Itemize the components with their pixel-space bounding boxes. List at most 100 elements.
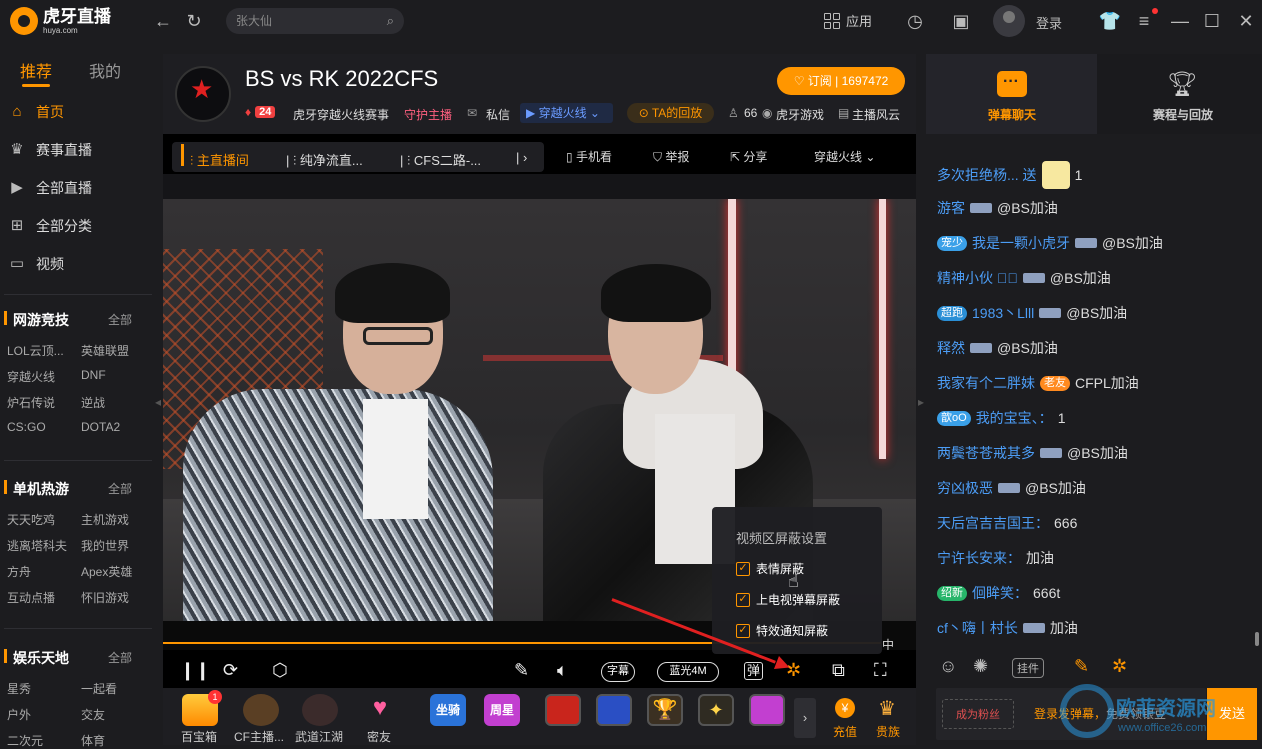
huya-logo[interactable]: 虎牙直播 huya.com <box>10 7 115 35</box>
pause-icon[interactable]: ❙❙ <box>180 660 210 680</box>
chat-username[interactable]: 宁许长安来： <box>937 549 1021 567</box>
chat-username[interactable]: 释然 <box>937 339 965 357</box>
line-tab-pure[interactable]: | ⫶ 纯净流直... <box>286 150 363 169</box>
subscribe-button[interactable]: ♡ 订阅 | 1697472 <box>777 67 905 95</box>
section-all-link[interactable]: 全部 <box>108 311 132 328</box>
org-link[interactable]: 虎牙游戏 <box>776 106 824 123</box>
category-link[interactable]: 炉石传说 <box>7 394 55 411</box>
chat-scrollbar[interactable] <box>1255 632 1259 646</box>
guard-link[interactable]: 守护主播 <box>404 106 452 123</box>
room-category[interactable]: 虎牙穿越火线赛事 <box>293 106 389 123</box>
chat-username[interactable]: 天后宫吉吉国王： <box>937 514 1049 532</box>
crown-icon[interactable]: ♛ <box>878 696 896 721</box>
mini-player-icon[interactable]: ⧉ <box>832 660 845 680</box>
host-style-link[interactable]: 主播风云 <box>852 106 900 123</box>
category-link[interactable]: DNF <box>81 368 106 382</box>
sidebar-item-video[interactable]: ▭ 视频 <box>8 254 64 274</box>
mount-gift[interactable]: 坐骑 <box>430 694 466 726</box>
user-avatar[interactable] <box>993 5 1025 37</box>
section-all-link[interactable]: 全部 <box>108 649 132 666</box>
game-tag[interactable]: ▶ 穿越火线 ⌄ <box>520 103 613 123</box>
gift-item[interactable] <box>749 694 785 726</box>
refresh-stream-icon[interactable]: ⟳ <box>223 660 238 680</box>
notes-icon[interactable]: ✎ <box>514 660 529 680</box>
chat-username[interactable]: 两鬓苍苍戒其多 <box>937 444 1035 462</box>
category-link[interactable]: 体育 <box>81 732 105 749</box>
chat-username[interactable]: 精神小伙 ڰۣ <box>937 269 1018 287</box>
collapse-left-icon[interactable]: ◂ <box>155 395 161 409</box>
trophy-gift-icon[interactable]: 🏆 <box>647 694 683 726</box>
streamer-avatar[interactable] <box>175 66 231 122</box>
checkbox-checked-icon[interactable]: ✓ <box>736 592 750 607</box>
search-input[interactable]: 张大仙 ⌕ <box>226 8 404 34</box>
line-tab-main[interactable]: ⫶ 主直播间 <box>190 150 249 169</box>
maximize-icon[interactable]: ☐ <box>1200 9 1224 33</box>
subtitle-button[interactable]: 字幕 <box>601 662 635 682</box>
mobile-watch-button[interactable]: ▯ 手机看 <box>566 148 612 165</box>
category-link[interactable]: 一起看 <box>81 680 117 697</box>
week-star-gift[interactable]: 周星 <box>484 694 520 726</box>
palette-icon[interactable]: ✺ <box>973 656 988 677</box>
gift-next-icon[interactable]: › <box>794 698 816 738</box>
category-link[interactable]: 主机游戏 <box>81 511 129 528</box>
category-link[interactable]: 方舟 <box>7 563 31 580</box>
sidebar-item-home[interactable]: ⌂ 首页 <box>8 102 64 122</box>
category-link[interactable]: 英雄联盟 <box>81 342 129 359</box>
chat-username[interactable]: cf丶嗨丨村长 <box>937 619 1018 637</box>
chat-username[interactable]: 我家有个二胖妹 <box>937 374 1035 392</box>
chat-username[interactable]: 游客 <box>937 199 965 217</box>
tab-recommend[interactable]: 推荐 <box>20 58 52 82</box>
recharge-coin-icon[interactable]: ¥ <box>835 698 855 718</box>
apps-button[interactable]: 应用 <box>824 11 872 30</box>
section-all-link[interactable]: 全部 <box>108 480 132 497</box>
category-link[interactable]: 逃离塔科夫 <box>7 537 67 554</box>
heart-gift-icon[interactable]: ♥ <box>362 694 398 726</box>
game-dropdown[interactable]: 穿越火线 ⌄ <box>814 148 875 165</box>
settings-hex-icon[interactable]: ⬡ <box>272 660 288 680</box>
block-effects-option[interactable]: ✓ 特效通知屏蔽 <box>736 622 828 639</box>
category-link[interactable]: 天天吃鸡 <box>7 511 55 528</box>
chat-username[interactable]: 穷凶极恶 <box>937 479 993 497</box>
share-button[interactable]: ⇱ 分享 <box>730 148 767 165</box>
category-link[interactable]: 穿越火线 <box>7 368 55 385</box>
skin-shirt-icon[interactable]: 👕 <box>1098 9 1122 33</box>
sidebar-item-categories[interactable]: ⊞ 全部分类 <box>8 216 92 236</box>
minimize-icon[interactable]: — <box>1168 9 1192 33</box>
category-link[interactable]: 逆战 <box>81 394 105 411</box>
sidebar-item-esports[interactable]: ♛ 赛事直播 <box>8 140 92 160</box>
checkbox-checked-icon[interactable]: ✓ <box>736 623 750 638</box>
recharge-link[interactable]: 充值 <box>833 723 857 740</box>
private-message-link[interactable]: 私信 <box>486 106 510 123</box>
category-link[interactable]: LOL云顶... <box>7 342 64 359</box>
become-fan-button[interactable]: 成为粉丝 <box>942 699 1014 729</box>
category-link[interactable]: 我的世界 <box>81 537 129 554</box>
line-next-icon[interactable]: | › <box>516 150 527 165</box>
category-link[interactable]: 二次元 <box>7 732 43 749</box>
pendant-button[interactable]: 挂件 <box>1012 658 1044 678</box>
refresh-icon[interactable]: ↻ <box>182 9 206 33</box>
calendar-icon[interactable]: ▣ <box>949 9 973 33</box>
fullscreen-icon[interactable]: ⛶ <box>874 660 887 680</box>
quality-button[interactable]: 蓝光4M <box>657 662 719 682</box>
noble-link[interactable]: 贵族 <box>876 723 900 740</box>
wand-gift-icon[interactable]: ✦ <box>698 694 734 726</box>
chat-username[interactable]: 多次拒绝杨... 送 <box>937 166 1037 184</box>
history-clock-icon[interactable]: ◷ <box>903 9 927 33</box>
category-link[interactable]: DOTA2 <box>81 420 120 434</box>
login-link[interactable]: 登录 <box>1036 13 1062 32</box>
danmu-toggle[interactable]: 弹 <box>744 662 764 680</box>
category-link[interactable]: 户外 <box>7 706 31 723</box>
category-link[interactable]: 互动点播 <box>7 589 55 606</box>
chat-username[interactable]: 我的宝宝、： <box>976 409 1053 427</box>
checkbox-checked-icon[interactable]: ✓ <box>736 561 750 576</box>
category-link[interactable]: CS:GO <box>7 420 46 434</box>
emoji-icon[interactable]: ☺ <box>939 656 957 677</box>
danmu-style-icon[interactable]: ✎ <box>1074 656 1089 677</box>
category-link[interactable]: 怀旧游戏 <box>81 589 129 606</box>
chat-username[interactable]: 我是一颗小虎牙 <box>972 234 1070 252</box>
volume-icon[interactable]: 🔈︎ <box>557 660 568 680</box>
chat-username[interactable]: 佪眸笑： <box>972 584 1028 602</box>
category-link[interactable]: 星秀 <box>7 680 31 697</box>
report-button[interactable]: ⛉ 举报 <box>653 148 689 165</box>
martial-gift[interactable] <box>302 694 338 726</box>
